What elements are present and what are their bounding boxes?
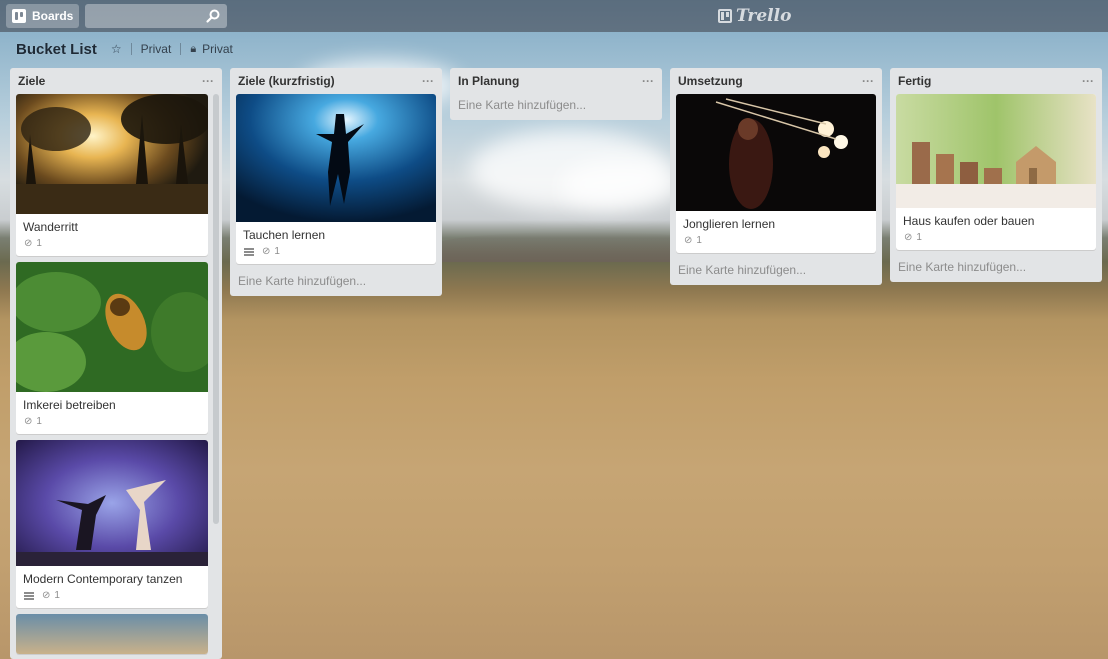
- card-cover-image: [16, 94, 208, 214]
- list-menu-icon[interactable]: ···: [642, 74, 654, 88]
- card-haus[interactable]: Haus kaufen oder bauen ⊘ 1: [896, 94, 1096, 250]
- list-in-planung: In Planung ··· Eine Karte hinzufügen...: [450, 68, 662, 120]
- paperclip-icon: ⊘: [904, 232, 913, 243]
- card-tauchen[interactable]: Tauchen lernen ⊘ 1: [236, 94, 436, 264]
- card-badges: ⊘ 1: [676, 233, 876, 253]
- card-badges: ⊘ 1: [16, 236, 208, 256]
- card-wanderritt[interactable]: Wanderritt ⊘ 1: [16, 94, 208, 256]
- attachment-count: 1: [54, 590, 60, 601]
- attachment-count: 1: [36, 416, 42, 427]
- card-cover-image: [676, 94, 876, 211]
- add-card-link[interactable]: Eine Karte hinzufügen...: [670, 259, 882, 285]
- list-ziele-kurzfristig: Ziele (kurzfristig) ··· Tauchen lernen ⊘: [230, 68, 442, 296]
- attachment-count: 1: [916, 232, 922, 243]
- card-badges: ⊘ 1: [236, 244, 436, 264]
- list-header[interactable]: Ziele ···: [10, 68, 222, 94]
- attachment-count: 1: [274, 246, 280, 257]
- attachment-badge: ⊘ 1: [684, 235, 702, 246]
- list-title[interactable]: In Planung: [458, 74, 519, 88]
- list-ziele: Ziele ··· Wanderritt ⊘ 1 Imkerei betreib…: [10, 68, 222, 659]
- card-title: Modern Contemporary tanzen: [23, 572, 183, 586]
- divider: [130, 43, 132, 55]
- card-cover-image: [16, 262, 208, 392]
- card-tanzen[interactable]: Modern Contemporary tanzen ⊘ 1: [16, 440, 208, 608]
- list-header[interactable]: In Planung ···: [450, 68, 662, 94]
- attachment-count: 1: [36, 238, 42, 249]
- list-menu-icon[interactable]: ···: [422, 74, 434, 88]
- list-title[interactable]: Fertig: [898, 74, 931, 88]
- attachment-badge: ⊘ 1: [42, 590, 60, 601]
- attachment-badge: ⊘ 1: [24, 416, 42, 427]
- search-icon[interactable]: [205, 8, 221, 24]
- paperclip-icon: ⊘: [24, 416, 33, 427]
- list-menu-icon[interactable]: ···: [1082, 74, 1094, 88]
- list-umsetzung: Umsetzung ··· Jonglieren lernen ⊘ 1 Eine…: [670, 68, 882, 285]
- star-icon[interactable]: ☆: [111, 42, 122, 56]
- list-header[interactable]: Umsetzung ···: [670, 68, 882, 94]
- paperclip-icon: ⊘: [262, 246, 271, 257]
- attachment-badge: ⊘ 1: [262, 246, 280, 257]
- add-card-link[interactable]: Eine Karte hinzufügen...: [890, 256, 1102, 282]
- card-title: Jonglieren lernen: [683, 217, 776, 231]
- card-cover-image: [896, 94, 1096, 208]
- list-title[interactable]: Ziele: [18, 74, 45, 88]
- list-menu-icon[interactable]: ···: [202, 74, 214, 88]
- paperclip-icon: ⊘: [24, 238, 33, 249]
- card-cover-image: [236, 94, 436, 222]
- top-header: Boards Trello: [0, 0, 1108, 32]
- description-badge: [244, 247, 254, 256]
- boards-button[interactable]: Boards: [6, 4, 79, 28]
- trello-logo[interactable]: Trello: [718, 6, 791, 26]
- card-title: Haus kaufen oder bauen: [903, 214, 1035, 228]
- card-cover-image: [16, 614, 208, 654]
- attachment-badge: ⊘ 1: [904, 232, 922, 243]
- paperclip-icon: ⊘: [42, 590, 51, 601]
- card-badges: ⊘ 1: [16, 588, 208, 608]
- list-fertig: Fertig ··· Haus kaufen oder bauen ⊘ 1 Ei…: [890, 68, 1102, 282]
- board-header: Bucket List ☆ Privat 🔒︎ Privat: [0, 32, 1108, 66]
- list-header[interactable]: Ziele (kurzfristig) ···: [230, 68, 442, 94]
- logo-text: Trello: [736, 6, 792, 26]
- list-title[interactable]: Ziele (kurzfristig): [238, 74, 335, 88]
- list-header[interactable]: Fertig ···: [890, 68, 1102, 94]
- attachment-badge: ⊘ 1: [24, 238, 42, 249]
- board-title[interactable]: Bucket List: [16, 41, 97, 58]
- list-scrollbar[interactable]: [213, 94, 219, 524]
- card-partial[interactable]: [16, 614, 208, 654]
- card-imkerei[interactable]: Imkerei betreiben ⊘ 1: [16, 262, 208, 434]
- boards-label: Boards: [32, 9, 74, 23]
- add-card-link[interactable]: Eine Karte hinzufügen...: [230, 270, 442, 296]
- attachment-count: 1: [696, 235, 702, 246]
- add-card-link[interactable]: Eine Karte hinzufügen...: [450, 94, 662, 120]
- description-icon: [244, 247, 254, 256]
- description-badge: [24, 591, 34, 600]
- card-jonglieren[interactable]: Jonglieren lernen ⊘ 1: [676, 94, 876, 253]
- card-cover-image: [16, 440, 208, 566]
- divider: [180, 43, 182, 55]
- card-title: Imkerei betreiben: [23, 398, 116, 412]
- list-menu-icon[interactable]: ···: [862, 74, 874, 88]
- card-title: Tauchen lernen: [243, 228, 326, 242]
- search-input[interactable]: [85, 4, 227, 28]
- card-badges: ⊘ 1: [896, 230, 1096, 250]
- card-badges: ⊘ 1: [16, 414, 208, 434]
- trello-logo-icon: [718, 9, 732, 23]
- board-visibility[interactable]: Privat: [202, 42, 233, 56]
- card-title: Wanderritt: [23, 220, 78, 234]
- list-title[interactable]: Umsetzung: [678, 74, 743, 88]
- description-icon: [24, 591, 34, 600]
- boards-icon: [12, 9, 26, 23]
- team-visibility[interactable]: Privat: [141, 42, 172, 56]
- paperclip-icon: ⊘: [684, 235, 693, 246]
- lock-icon: 🔒︎: [190, 42, 197, 55]
- background-cloud: [560, 160, 680, 210]
